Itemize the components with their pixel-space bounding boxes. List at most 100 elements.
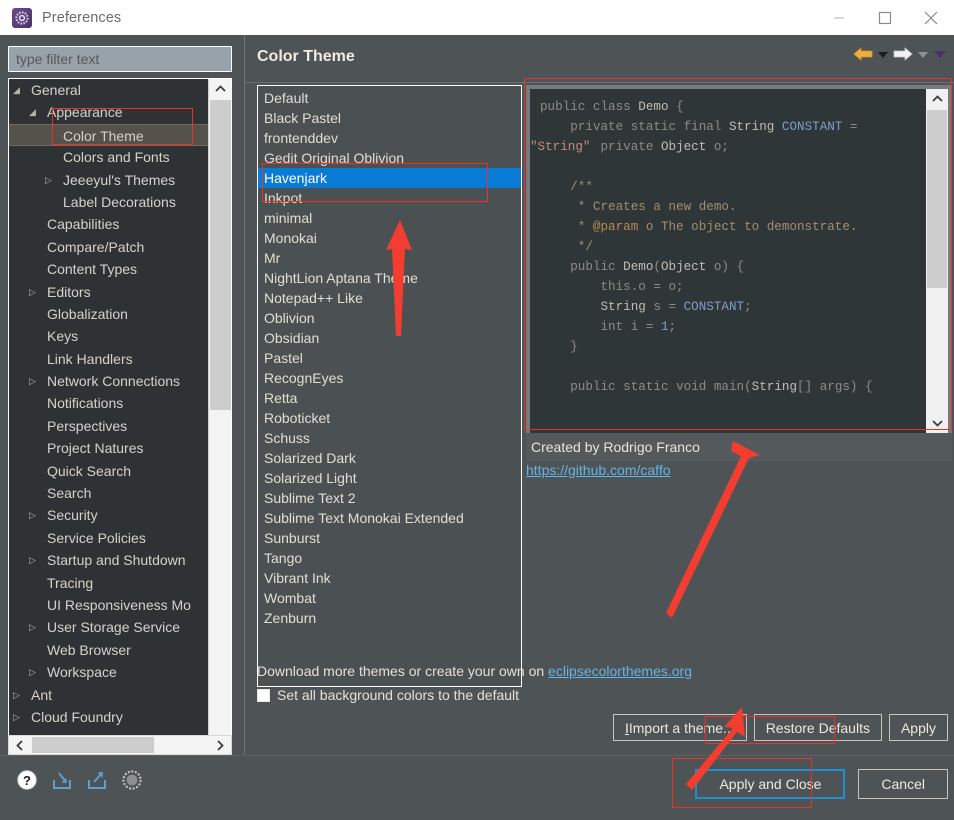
search-input[interactable] — [9, 47, 231, 71]
sidebar-item-color-theme[interactable]: Color Theme — [9, 123, 208, 147]
theme-list-item[interactable]: Retta — [258, 388, 521, 408]
theme-list-item[interactable]: Tango — [258, 548, 521, 568]
triangle-down-icon[interactable]: ◢ — [13, 79, 20, 101]
theme-list-item[interactable]: Default — [258, 88, 521, 108]
scroll-right-icon[interactable] — [209, 736, 231, 754]
author-link[interactable]: https://github.com/caffo — [526, 462, 671, 478]
sidebar-item-general[interactable]: ◢ General — [9, 79, 208, 101]
preview-vertical-scrollbar[interactable] — [926, 89, 948, 433]
theme-list-item[interactable]: Inkpot — [258, 188, 521, 208]
theme-list-item[interactable]: Mr — [258, 248, 521, 268]
sidebar-item-link-handlers[interactable]: Link Handlers — [9, 348, 208, 370]
triangle-down-icon[interactable]: ◢ — [29, 101, 36, 123]
triangle-right-icon[interactable]: ▷ — [29, 549, 36, 571]
theme-list-item[interactable]: Solarized Dark — [258, 448, 521, 468]
sidebar-item-capabilities[interactable]: Capabilities — [9, 213, 208, 235]
cancel-button[interactable]: Cancel — [858, 769, 948, 799]
theme-list-item[interactable]: RecognEyes — [258, 368, 521, 388]
sidebar-item-appearance[interactable]: ◢ Appearance — [9, 101, 208, 123]
theme-list-item[interactable]: NightLion Aptana Theme — [258, 268, 521, 288]
import-theme-button[interactable]: I Import a theme... — [612, 714, 747, 741]
scroll-left-icon[interactable] — [9, 736, 31, 754]
theme-list-item[interactable]: Solarized Light — [258, 468, 521, 488]
gear-icon[interactable] — [120, 768, 144, 792]
triangle-right-icon[interactable]: ▷ — [29, 370, 36, 392]
default-bg-checkbox[interactable] — [257, 688, 270, 702]
sidebar-item-content-types[interactable]: Content Types — [9, 258, 208, 280]
sidebar-item-label-decorations[interactable]: Label Decorations — [9, 191, 208, 213]
back-arrow-icon[interactable] — [852, 46, 874, 62]
theme-list-item[interactable]: Havenjark — [258, 168, 521, 188]
sidebar-item-keys[interactable]: Keys — [9, 325, 208, 347]
default-bg-checkbox-row[interactable]: Set all background colors to the default — [257, 687, 519, 703]
theme-list-item[interactable]: Oblivion — [258, 308, 521, 328]
maximize-button[interactable] — [862, 0, 908, 35]
scroll-up-icon[interactable] — [209, 79, 231, 99]
theme-list-item[interactable]: Black Pastel — [258, 108, 521, 128]
apply-and-close-button[interactable]: Apply and Close — [695, 769, 846, 799]
sidebar-item-network-connections[interactable]: ▷ Network Connections — [9, 370, 208, 392]
back-dropdown-chevron-down-icon[interactable] — [876, 48, 890, 60]
sidebar-item-perspectives[interactable]: Perspectives — [9, 415, 208, 437]
restore-defaults-button[interactable]: Restore Defaults — [753, 714, 882, 741]
sidebar-item-web-browser[interactable]: Web Browser — [9, 639, 208, 661]
sidebar-item-jeeeyul-s-themes[interactable]: ▷ Jeeeyul's Themes — [9, 169, 208, 191]
theme-list-item[interactable]: Roboticket — [258, 408, 521, 428]
theme-list-item[interactable]: Gedit Original Oblivion — [258, 148, 521, 168]
sidebar-item-ui-responsiveness-mo[interactable]: UI Responsiveness Mo — [9, 594, 208, 616]
sidebar-item-ant[interactable]: ▷ Ant — [9, 684, 208, 706]
sidebar-item-globalization[interactable]: Globalization — [9, 303, 208, 325]
theme-list-item[interactable]: Obsidian — [258, 328, 521, 348]
minimize-button[interactable] — [816, 0, 862, 35]
theme-list[interactable]: Default Black Pastel frontenddev Gedit Orig… — [258, 86, 521, 686]
apply-button[interactable]: Apply — [888, 714, 948, 741]
theme-list-item[interactable]: Sublime Text 2 — [258, 488, 521, 508]
theme-list-item[interactable]: Notepad++ Like — [258, 288, 521, 308]
triangle-right-icon[interactable]: ▷ — [13, 684, 20, 706]
theme-list-item[interactable]: Sublime Text Monokai Extended — [258, 508, 521, 528]
preview-scroll-up-icon[interactable] — [926, 89, 948, 109]
theme-list-item[interactable]: Monokai — [258, 228, 521, 248]
sidebar-item-compare-patch[interactable]: Compare/Patch — [9, 236, 208, 258]
help-icon[interactable]: ? — [15, 768, 39, 792]
sidebar-item-editors[interactable]: ▷ Editors — [9, 281, 208, 303]
sidebar-item-notifications[interactable]: Notifications — [9, 392, 208, 414]
export-icon[interactable] — [85, 768, 109, 792]
preview-scroll-down-icon[interactable] — [926, 413, 948, 433]
triangle-right-icon[interactable]: ▷ — [29, 661, 36, 683]
theme-list-item[interactable]: frontenddev — [258, 128, 521, 148]
triangle-right-icon[interactable]: ▷ — [29, 504, 36, 526]
tree-horizontal-scrollbar[interactable] — [8, 735, 232, 755]
sidebar-item-search[interactable]: Search — [9, 482, 208, 504]
sidebar-item-cloud-foundry[interactable]: ▷ Cloud Foundry — [9, 706, 208, 728]
preferences-tree[interactable]: ◢ General ◢ Appearance Color Theme Colors and… — [9, 79, 208, 763]
theme-list-item[interactable]: Schuss — [258, 428, 521, 448]
triangle-right-icon[interactable]: ▷ — [29, 281, 36, 303]
sidebar-item-project-natures[interactable]: Project Natures — [9, 437, 208, 459]
sidebar-item-service-policies[interactable]: Service Policies — [9, 527, 208, 549]
eclipsecolorthemes-link[interactable]: eclipsecolorthemes.org — [548, 663, 692, 679]
theme-list-item[interactable]: Wombat — [258, 588, 521, 608]
triangle-right-icon[interactable]: ▷ — [13, 706, 20, 728]
triangle-right-icon[interactable]: ▷ — [29, 616, 36, 638]
sidebar-item-colors-and-fonts[interactable]: Colors and Fonts — [9, 146, 208, 168]
sidebar-item-startup-and-shutdown[interactable]: ▷ Startup and Shutdown — [9, 549, 208, 571]
sidebar-item-workspace[interactable]: ▷ Workspace — [9, 661, 208, 683]
triangle-right-icon[interactable]: ▷ — [45, 169, 52, 191]
forward-arrow-icon[interactable] — [892, 46, 914, 62]
close-button[interactable] — [908, 0, 954, 35]
sidebar-item-tracing[interactable]: Tracing — [9, 572, 208, 594]
theme-list-item[interactable]: Vibrant Ink — [258, 568, 521, 588]
import-icon[interactable] — [50, 768, 74, 792]
theme-list-item[interactable]: Pastel — [258, 348, 521, 368]
forward-dropdown-chevron-down-icon[interactable] — [916, 48, 930, 60]
theme-list-item[interactable]: minimal — [258, 208, 521, 228]
theme-list-item[interactable]: Zenburn — [258, 608, 521, 628]
hscroll-thumb[interactable] — [32, 737, 154, 753]
preview-scroll-thumb[interactable] — [927, 110, 947, 288]
view-menu-chevron-down-icon[interactable] — [932, 48, 948, 60]
tree-vertical-scrollbar[interactable] — [208, 79, 231, 763]
sidebar-item-user-storage-service[interactable]: ▷ User Storage Service — [9, 616, 208, 638]
theme-list-item[interactable]: Sunburst — [258, 528, 521, 548]
sidebar-item-quick-search[interactable]: Quick Search — [9, 460, 208, 482]
